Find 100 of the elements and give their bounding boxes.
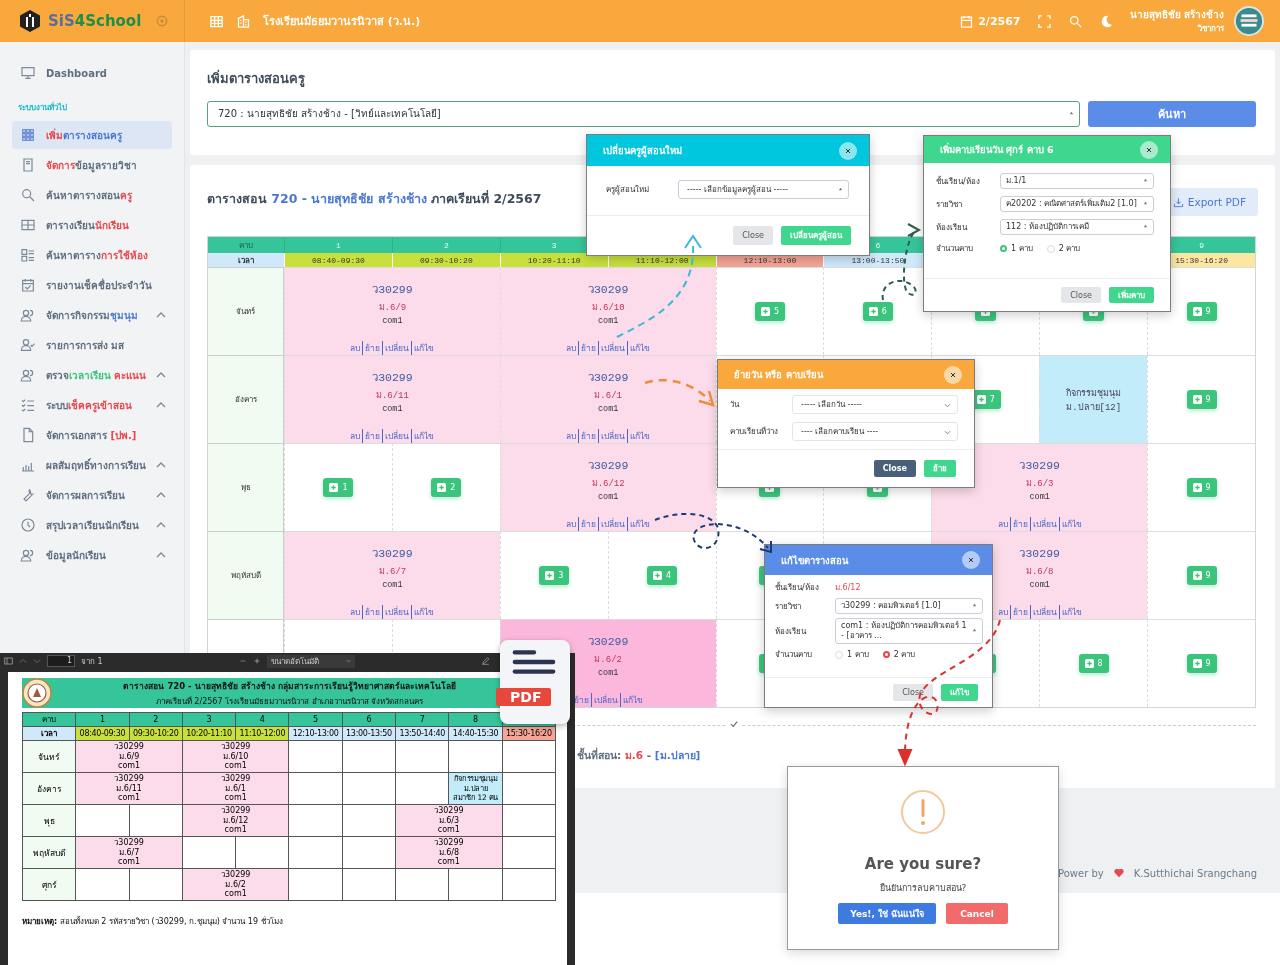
- radio-option[interactable]: 2 คาบ: [882, 648, 916, 661]
- confirm-button[interactable]: Yes!, ใช่ ฉันแน่ใจ: [838, 903, 937, 924]
- action-link[interactable]: ย้าย: [571, 693, 591, 707]
- action-link[interactable]: ย้าย: [578, 517, 599, 531]
- sidebar-item[interactable]: จัดการเอกสาร [ปพ.]: [12, 421, 172, 449]
- field-label: ห้องเรียน: [936, 221, 969, 234]
- select-field[interactable]: ม.1/1: [1000, 173, 1154, 189]
- action-link[interactable]: เปลี่ยน: [598, 517, 628, 531]
- column-header: คาบ: [22, 712, 76, 727]
- section-heading: ระบบงานทั่วไป: [17, 101, 68, 114]
- sidebar-item[interactable]: รายงานเช็คชื่อประจำวัน: [12, 271, 172, 299]
- sidebar-item[interactable]: รายการการส่ง มส: [12, 331, 172, 359]
- action-link[interactable]: เปลี่ยน: [1029, 605, 1059, 619]
- action-link[interactable]: ลบ: [348, 341, 363, 355]
- class-label: ม.6/1: [594, 390, 622, 402]
- select-field[interactable]: ว30299 : คอมพิวเตอร์ [1.0]: [835, 598, 983, 614]
- lesson-cell: ว30299 ม.6/11 com1: [75, 772, 183, 805]
- close-button[interactable]: Close: [893, 684, 933, 701]
- add-period-button[interactable]: 4: [647, 566, 678, 585]
- sidebar-item[interactable]: Dashboard: [12, 59, 172, 87]
- radio-option[interactable]: 2 คาบ: [1046, 242, 1081, 255]
- field-label: ห้องเรียน: [775, 625, 808, 638]
- action-link[interactable]: เปลี่ยน: [590, 693, 620, 707]
- action-link[interactable]: แก้ไข: [411, 429, 437, 443]
- action-link[interactable]: แก้ไข: [619, 693, 645, 707]
- sidebar-item[interactable]: ระบบเช็คครูเข้าสอน: [12, 391, 172, 419]
- action-link[interactable]: ย้าย: [362, 605, 383, 619]
- add-period-button[interactable]: 3: [539, 566, 570, 585]
- add-period-button[interactable]: 9: [1186, 566, 1217, 585]
- school-name: โรงเรียนมัธยมวานรนิวาส (ว.น.): [263, 13, 421, 30]
- action-link[interactable]: แก้ไข: [627, 517, 653, 531]
- add-period-button[interactable]: 6: [862, 302, 893, 321]
- radio-option[interactable]: 1 คาบ: [1000, 242, 1033, 255]
- column-header: 8: [448, 712, 503, 727]
- action-link[interactable]: ลบ: [995, 517, 1010, 531]
- class-label: ม.6/10: [591, 302, 625, 314]
- action-link[interactable]: ลบ: [995, 605, 1010, 619]
- close-button[interactable]: Close: [733, 226, 773, 245]
- select-field[interactable]: ----- เลือกวัน -----: [792, 395, 958, 414]
- select-field[interactable]: com1 : ห้องปฏิบัติการคอมพิวเตอร์ 1 - [อาคาร ...: [835, 618, 983, 644]
- select-field[interactable]: 112 : ห้องปฏิบัติการเคมี: [1000, 219, 1154, 235]
- day-cell: จันทร์: [22, 740, 76, 773]
- class-label: ม.6/3: [1025, 478, 1054, 490]
- action-link[interactable]: ย้าย: [1009, 605, 1030, 619]
- radio-option[interactable]: 1 คาบ: [835, 648, 869, 661]
- sidebar-item[interactable]: ตารางเรียนนักเรียน: [12, 211, 172, 239]
- close-button[interactable]: Close: [1061, 287, 1101, 303]
- cancel-button[interactable]: Cancel: [946, 903, 1008, 924]
- action-link[interactable]: ลบ: [348, 429, 363, 443]
- day-cell: อังคาร: [208, 355, 284, 443]
- add-period-button[interactable]: 9: [1186, 654, 1217, 673]
- lesson-cell: ว30299 ม.6/2 com1: [182, 868, 289, 901]
- add-period-button[interactable]: 1: [323, 478, 354, 497]
- add-period-button[interactable]: 5: [754, 302, 786, 321]
- modal-title: เปลี่ยนครูผู้สอนใหม่: [603, 143, 682, 158]
- teacher-select[interactable]: ----- เลือกข้อมูลครูผู้สอน -----: [678, 180, 849, 199]
- column-header: 6: [342, 712, 396, 727]
- action-link[interactable]: ย้าย: [362, 429, 383, 443]
- sidebar-item[interactable]: ตรวจเวลาเรียน คะแนน: [12, 361, 172, 389]
- action-link[interactable]: แก้ไข: [1058, 605, 1084, 619]
- select-field[interactable]: ---- เลือกคาบเรียน ----: [792, 422, 958, 441]
- action-link[interactable]: ลบ: [564, 517, 579, 531]
- action-link[interactable]: เปลี่ยน: [382, 605, 412, 619]
- class-label: ม.6/7: [378, 566, 407, 578]
- sidebar-item[interactable]: ค้นหาตารางการใช้ห้อง: [12, 241, 172, 269]
- lesson-cell: ว30299 ม.6/9 com1: [75, 740, 183, 773]
- column-header: 2: [129, 712, 183, 727]
- search-button[interactable]: ค้นหา: [1088, 101, 1256, 127]
- page-input[interactable]: 1: [47, 655, 75, 667]
- sidebar-item[interactable]: สรุปเวลาเรียนนักเรียน: [12, 511, 172, 539]
- zoom-select[interactable]: ขนาดอัตโนมัติ: [266, 654, 355, 668]
- action-link[interactable]: แก้ไข: [411, 605, 437, 619]
- sidebar-item[interactable]: ข้อมูลนักเรียน: [12, 541, 172, 569]
- close-button[interactable]: Close: [873, 460, 916, 477]
- day-cell: พุธ: [208, 443, 284, 531]
- select-field[interactable]: ค20202 : คณิตศาสตร์เพิ่มเติม2 [1.0]: [1000, 196, 1154, 212]
- action-link[interactable]: เปลี่ยน: [382, 429, 412, 443]
- column-header: 1: [284, 237, 392, 253]
- add-period-button[interactable]: 9: [1186, 390, 1217, 409]
- add-period-button[interactable]: 8: [1078, 654, 1109, 673]
- action-link[interactable]: ลบ: [348, 605, 363, 619]
- field-label: รายวิชา: [775, 600, 802, 613]
- column-header: 2: [391, 237, 500, 253]
- lesson-cell: ว30299 ม.6/7 com1: [75, 836, 183, 869]
- add-period-button[interactable]: 9: [1186, 478, 1217, 497]
- column-header: 5: [289, 712, 343, 727]
- add-period-button[interactable]: 9: [1186, 302, 1217, 321]
- page-total: จาก 1: [81, 655, 103, 668]
- sidebar-item[interactable]: จัดการผลการเรียน: [12, 481, 172, 509]
- sidebar-item[interactable]: จัดการข้อมูลรายวิชา: [12, 151, 172, 179]
- sidebar-item[interactable]: เพิ่มตารางสอนครู: [12, 121, 172, 149]
- sidebar-item[interactable]: ค้นหาตารางสอนครู: [12, 181, 172, 209]
- sidebar-item[interactable]: จัดการกิจกรรมชุมนุม: [12, 301, 172, 329]
- sidebar-item[interactable]: ผลสัมฤทธิ์ทางการเรียน: [12, 451, 172, 479]
- action-link[interactable]: ลบ: [564, 341, 579, 355]
- add-period-button[interactable]: 2: [431, 478, 462, 497]
- action-link[interactable]: ลบ: [564, 429, 579, 443]
- room-label: com1: [597, 404, 619, 414]
- teacher-select[interactable]: 720 : นายสุทธิชัย สร้างช้าง - [วิทย์และเทคโนโลยี]: [207, 101, 1080, 127]
- room-label: com1: [1029, 580, 1050, 590]
